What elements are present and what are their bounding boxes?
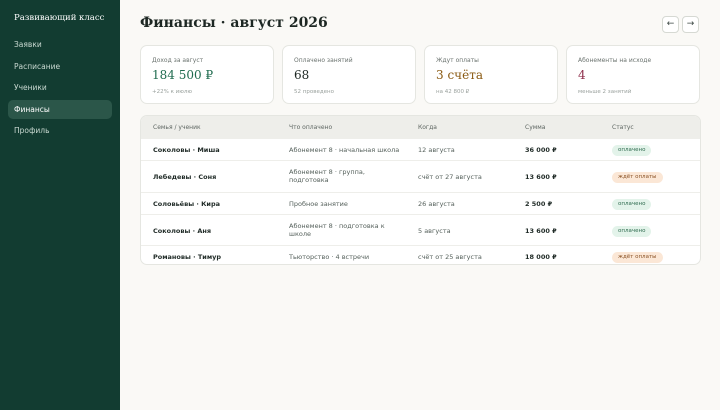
sidebar-item-profile[interactable]: Профиль: [8, 121, 112, 140]
cell-family: Соловьёвы · Кира: [153, 200, 220, 208]
column-header-status[interactable]: Статус: [612, 124, 634, 131]
page-title: Финансы · август 2026: [140, 15, 328, 31]
status-badge: оплачено: [612, 145, 652, 156]
status-badge: ждёт оплаты: [612, 252, 663, 263]
table-row[interactable]: Соколовы · Аня Абонемент 8 · подготовка …: [141, 214, 700, 245]
column-header-amount[interactable]: Сумма: [525, 124, 545, 131]
card-note: 52 проведено: [294, 89, 334, 95]
column-header-family[interactable]: Семья / ученик: [153, 124, 201, 131]
arrow-left-icon: ←: [666, 19, 675, 29]
card-label: Доход за август: [152, 57, 204, 64]
cell-item: Абонемент 8 · подготовка к школе: [289, 222, 385, 238]
next-month-button[interactable]: →: [682, 16, 699, 33]
column-header-item[interactable]: Что оплачено: [289, 124, 332, 131]
table-row[interactable]: Романовы · Тимур Тьюторство · 4 встречи …: [141, 245, 700, 264]
cell-amount: 36 000 ₽: [525, 146, 557, 154]
card-label: Оплачено занятий: [294, 57, 353, 64]
card-label: Ждут оплаты: [436, 57, 479, 64]
card-value: 4: [578, 68, 586, 82]
prev-month-button[interactable]: ←: [662, 16, 679, 33]
status-badge: ждёт оплаты: [612, 172, 663, 183]
cell-item: Абонемент 8 · группа, подготовка: [289, 168, 365, 184]
sidebar-item-students[interactable]: Ученики: [8, 78, 112, 97]
cell-family: Романовы · Тимур: [153, 253, 222, 261]
card-label: Абонементы на исходе: [578, 57, 652, 64]
main-content: Финансы · август 2026 ← → Доход за авгус…: [120, 0, 720, 410]
arrow-right-icon: →: [686, 19, 695, 29]
cell-item: Пробное занятие: [289, 200, 348, 208]
sidebar-item-schedule[interactable]: Расписание: [8, 57, 112, 76]
cell-amount: 13 600 ₽: [525, 227, 557, 235]
cell-date: счёт от 27 августа: [418, 173, 482, 181]
cell-date: 5 августа: [418, 227, 451, 235]
card-value: 68: [294, 68, 310, 82]
card-value: 184 500 ₽: [152, 68, 214, 82]
cell-amount: 2 500 ₽: [525, 200, 553, 208]
stat-card-awaiting-payment: Ждут оплаты 3 счёта на 42 800 ₽: [424, 45, 558, 104]
cell-amount: 18 000 ₽: [525, 253, 557, 261]
status-badge: оплачено: [612, 199, 652, 210]
cell-item: Тьюторство · 4 встречи: [289, 253, 370, 261]
cell-item: Абонемент 8 · начальная школа: [289, 146, 400, 154]
cell-family: Лебедевы · Соня: [153, 173, 217, 181]
card-note: на 42 800 ₽: [436, 89, 470, 95]
sidebar-item-requests[interactable]: Заявки: [8, 35, 112, 54]
table-header: Семья / ученик Что оплачено Когда Сумма …: [141, 116, 700, 138]
sidebar-item-finance[interactable]: Финансы: [8, 99, 112, 119]
sidebar-nav: Заявки Расписание Ученики Финансы Профил…: [8, 35, 112, 143]
stat-card-income: Доход за август 184 500 ₽ +22% к июлю: [140, 45, 274, 104]
cell-date: 26 августа: [418, 200, 455, 208]
status-badge: оплачено: [612, 226, 652, 237]
sidebar: Развивающий класс Заявки Расписание Учен…: [0, 0, 120, 410]
card-note: +22% к июлю: [152, 89, 193, 95]
table-row[interactable]: Соколовы · Миша Абонемент 8 · начальная …: [141, 138, 700, 160]
stat-card-expiring-subscriptions: Абонементы на исходе 4 меньше 2 занятий: [566, 45, 700, 104]
cell-family: Соколовы · Миша: [153, 146, 220, 154]
card-value: 3 счёта: [436, 68, 483, 82]
table-row[interactable]: Лебедевы · Соня Абонемент 8 · группа, по…: [141, 160, 700, 192]
cell-date: 12 августа: [418, 146, 455, 154]
card-note: меньше 2 занятий: [578, 89, 632, 95]
cell-amount: 13 600 ₽: [525, 173, 557, 181]
cell-family: Соколовы · Аня: [153, 227, 212, 235]
column-header-date[interactable]: Когда: [418, 124, 437, 131]
brand-title: Развивающий класс: [14, 13, 105, 23]
payments-table: Семья / ученик Что оплачено Когда Сумма …: [140, 115, 701, 265]
cell-date: счёт от 25 августа: [418, 253, 482, 261]
table-row[interactable]: Соловьёвы · Кира Пробное занятие 26 авгу…: [141, 192, 700, 214]
stat-card-paid-lessons: Оплачено занятий 68 52 проведено: [282, 45, 416, 104]
